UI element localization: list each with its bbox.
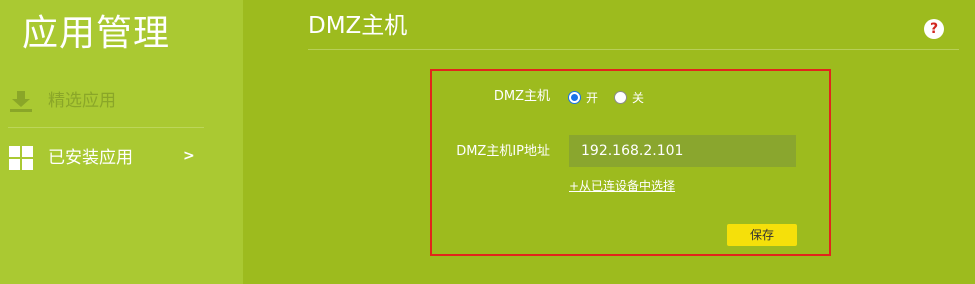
dmz-ip-input[interactable] <box>569 135 796 167</box>
dmz-label: DMZ主机 <box>493 89 550 104</box>
dmz-radio-off[interactable]: 关 <box>614 88 644 106</box>
page-title: DMZ主机 <box>308 13 408 39</box>
dmz-form-panel: DMZ主机 开 关 DMZ主机IP地址 +从已连设备中选择 保存 <box>430 69 831 256</box>
radio-checked-icon[interactable] <box>568 90 581 104</box>
radio-on-label: 开 <box>586 90 599 105</box>
pick-from-connected-devices-link[interactable]: +从已连设备中选择 <box>569 178 675 194</box>
sidebar-item-label: 精选应用 <box>48 91 116 111</box>
chevron-right-icon: > <box>183 148 195 164</box>
ip-label: DMZ主机IP地址 <box>456 144 550 159</box>
sidebar-item-installed-apps[interactable]: 已安装应用 > <box>8 140 204 176</box>
sidebar-item-label: 已安装应用 <box>48 148 133 168</box>
radio-off-label: 关 <box>632 90 645 105</box>
radio-unchecked-icon[interactable] <box>614 90 627 104</box>
title-divider <box>308 49 959 50</box>
sidebar-title: 应用管理 <box>22 13 171 54</box>
help-icon[interactable]: ? <box>924 19 944 39</box>
grid-icon <box>9 146 33 170</box>
save-button[interactable]: 保存 <box>727 224 797 246</box>
help-icon-glyph: ? <box>929 21 939 37</box>
sidebar: 应用管理 精选应用 已安装应用 > <box>0 0 243 284</box>
sidebar-item-featured-apps[interactable]: 精选应用 <box>8 83 204 119</box>
dmz-radio-on[interactable]: 开 <box>568 88 598 106</box>
sidebar-divider <box>8 127 204 128</box>
download-icon <box>10 91 32 112</box>
